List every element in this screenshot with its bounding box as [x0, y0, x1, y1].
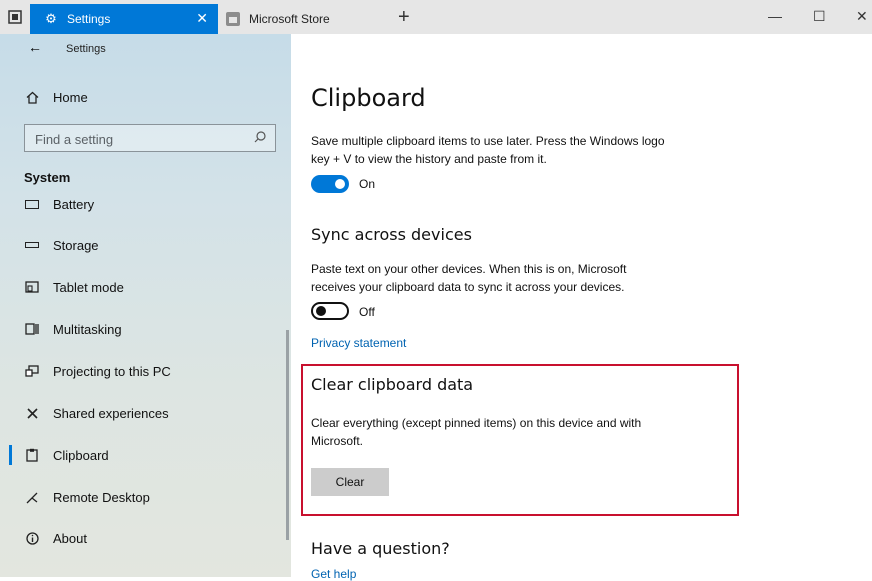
clear-section-title: Clear clipboard data [311, 375, 474, 394]
sidebar-item-storage[interactable]: Storage [0, 229, 286, 261]
main-content: Clipboard Save multiple clipboard items … [291, 34, 872, 581]
sidebar-item-label: Shared experiences [53, 405, 169, 421]
sidebar-item-multitasking[interactable]: Multitasking [0, 313, 286, 345]
description-line: Clear everything (except pinned items) o… [311, 416, 642, 430]
search-icon[interactable] [253, 130, 267, 144]
sync-toggle[interactable] [311, 302, 349, 320]
tablet-mode-icon [24, 279, 40, 295]
info-icon [24, 530, 40, 546]
tab-microsoft-store[interactable]: Microsoft Store [220, 4, 390, 34]
section-header-system: System [24, 170, 71, 185]
sidebar-item-projecting[interactable]: Projecting to this PC [0, 355, 286, 387]
clipboard-history-description: Save multiple clipboard items to use lat… [311, 132, 665, 168]
clipboard-history-state: On [359, 177, 376, 191]
tab-store-label: Microsoft Store [249, 12, 330, 26]
clear-button[interactable]: Clear [311, 468, 389, 496]
sidebar-item-label: Remote Desktop [53, 489, 150, 505]
sidebar-item-shared-experiences[interactable]: Shared experiences [0, 397, 286, 429]
sidebar-title: Settings [66, 43, 106, 55]
clear-description: Clear everything (except pinned items) o… [311, 414, 641, 450]
sidebar-item-remote-desktop[interactable]: Remote Desktop [0, 481, 286, 513]
store-icon [226, 12, 240, 26]
search-input[interactable] [25, 125, 257, 153]
new-tab-icon[interactable]: + [398, 6, 410, 29]
sidebar-item-label: Multitasking [53, 321, 122, 337]
battery-icon [24, 196, 40, 212]
sidebar-item-label: Storage [53, 237, 99, 253]
close-window-button[interactable]: ✕ [856, 8, 868, 25]
description-line: Paste text on your other devices. When t… [311, 262, 627, 276]
storage-icon [24, 237, 40, 253]
remote-desktop-icon [24, 489, 40, 505]
privacy-statement-link[interactable]: Privacy statement [311, 336, 406, 350]
sidebar-scrollbar[interactable] [286, 330, 289, 540]
gear-icon: ⚙ [45, 11, 57, 26]
tab-settings[interactable]: ⚙ Settings ✕ [30, 4, 218, 34]
sync-description: Paste text on your other devices. When t… [311, 260, 626, 296]
search-box[interactable] [24, 124, 276, 153]
back-arrow-icon[interactable]: ← [28, 39, 42, 55]
tab-settings-label: Settings [67, 12, 111, 26]
description-line: key + V to view the history and paste fr… [311, 152, 547, 166]
sidebar-item-battery[interactable]: Battery [0, 188, 286, 220]
multitasking-icon [24, 321, 40, 337]
sync-section-title: Sync across devices [311, 225, 472, 244]
clipboard-history-toggle[interactable] [311, 175, 349, 193]
home-icon [24, 89, 40, 105]
get-help-link[interactable]: Get help [311, 567, 356, 581]
description-line: Microsoft. [311, 434, 364, 448]
page-title: Clipboard [311, 84, 426, 112]
sidebar-item-label: Projecting to this PC [53, 363, 171, 379]
projecting-icon [24, 363, 40, 379]
sidebar-item-label: Tablet mode [53, 279, 124, 295]
sync-state: Off [359, 305, 375, 319]
description-line: Save multiple clipboard items to use lat… [311, 134, 665, 148]
description-line: receives your clipboard data to sync it … [311, 280, 625, 294]
sidebar-item-about[interactable]: About [0, 522, 286, 554]
minimize-button[interactable]: — [768, 8, 782, 24]
close-tab-icon[interactable]: ✕ [196, 10, 208, 27]
sidebar-item-label: Clipboard [53, 447, 109, 463]
question-section-title: Have a question? [311, 539, 450, 558]
shared-experiences-icon [24, 405, 40, 421]
sidebar-item-home[interactable]: Home [0, 81, 286, 113]
task-view-icon[interactable] [6, 8, 24, 26]
sidebar-item-label: Home [53, 89, 88, 105]
sidebar-item-label: Battery [53, 196, 95, 212]
sidebar-item-tablet-mode[interactable]: Tablet mode [0, 271, 286, 303]
maximize-button[interactable]: ☐ [813, 8, 826, 25]
sidebar-item-clipboard[interactable]: Clipboard [0, 439, 286, 471]
clipboard-icon [24, 447, 40, 463]
title-bar: ⚙ Settings ✕ Microsoft Store + — ☐ ✕ [0, 0, 872, 34]
sidebar-item-label: About [53, 530, 87, 546]
